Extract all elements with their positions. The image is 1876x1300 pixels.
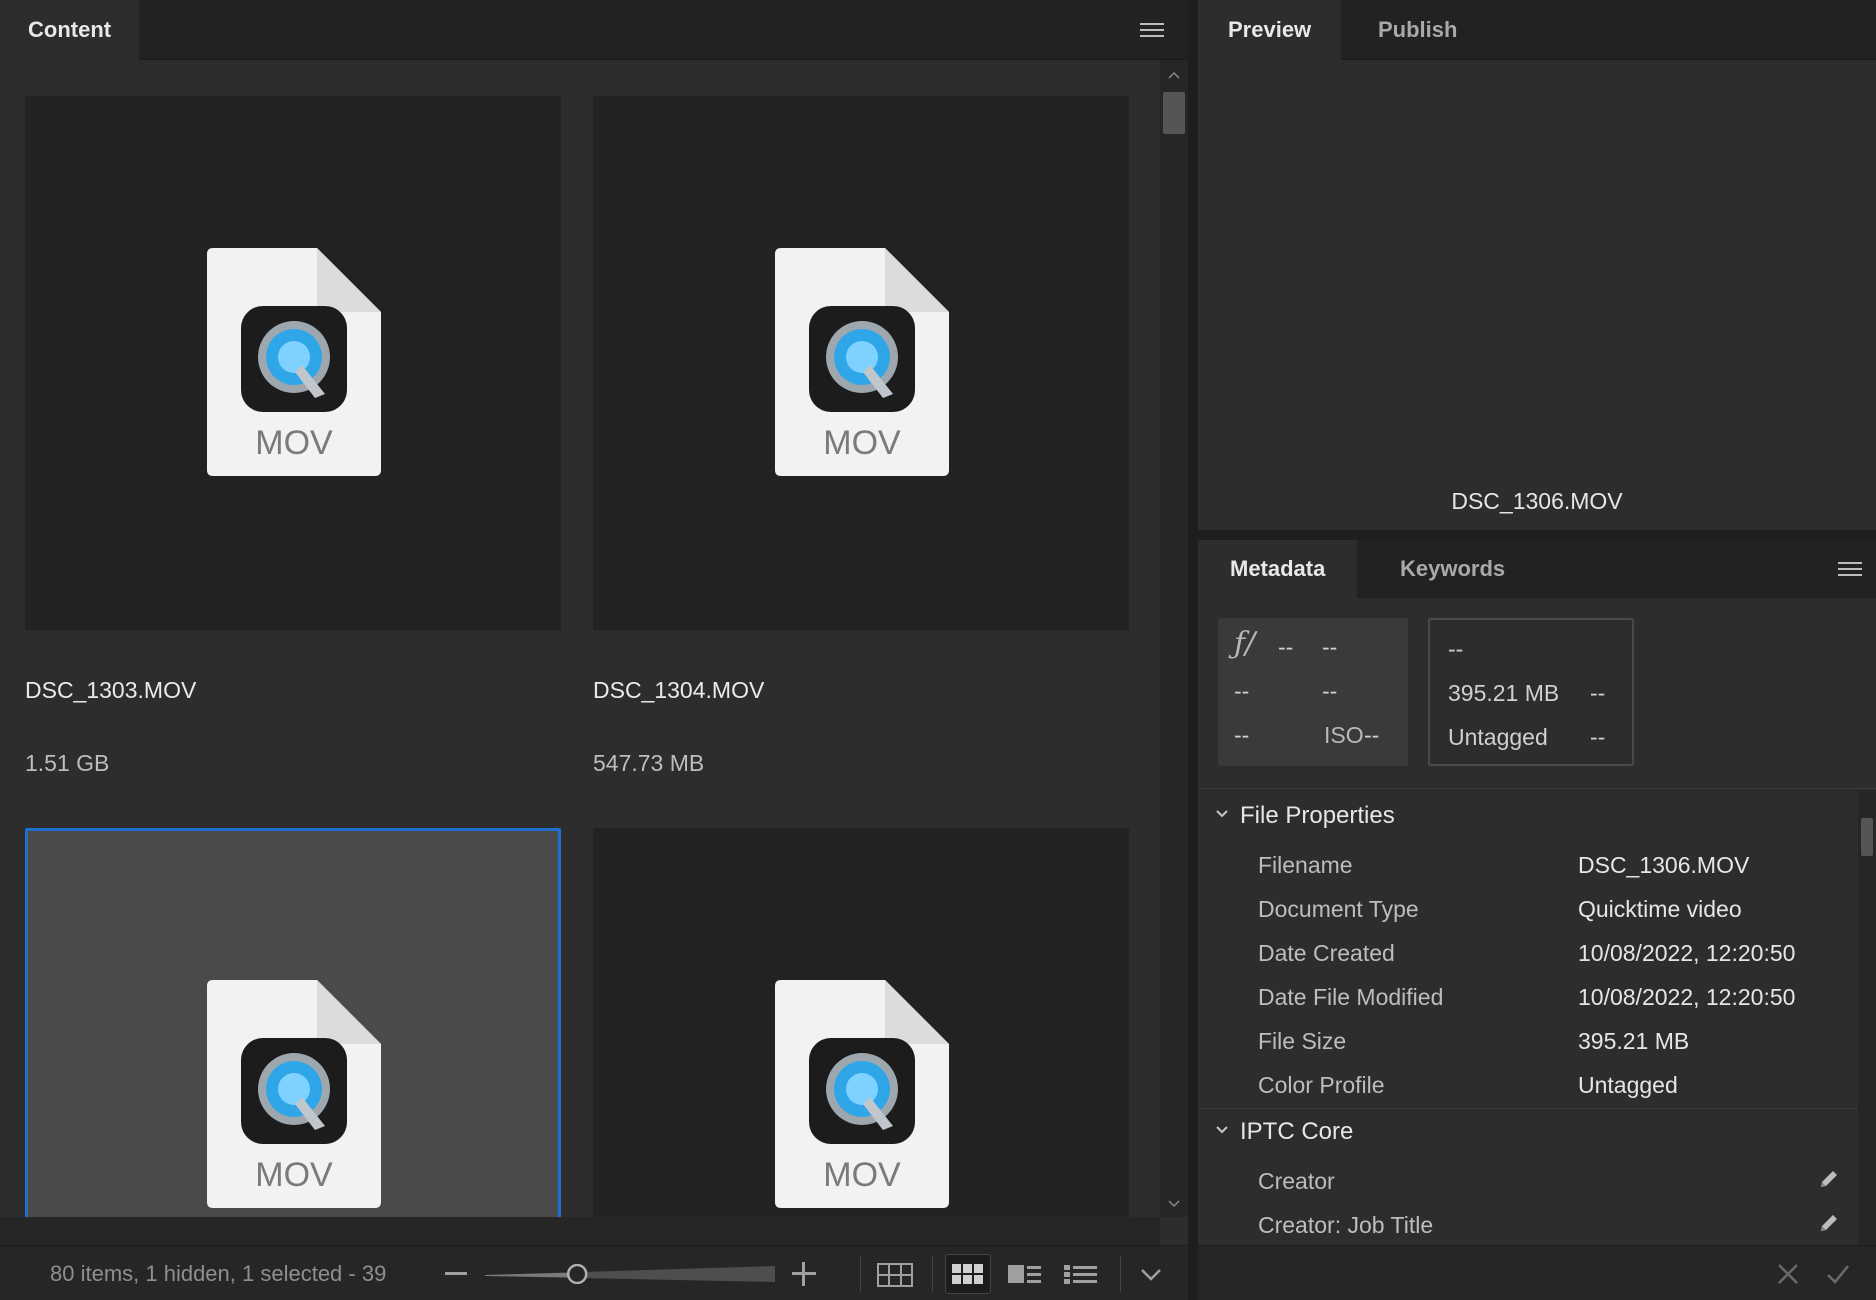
section-file-properties[interactable]: File Properties: [1198, 794, 1858, 838]
thumbnail-selected[interactable]: MOV: [25, 828, 561, 1217]
content-vertical-scrollbar[interactable]: [1160, 60, 1188, 1217]
item-filename: DSC_1303.MOV: [25, 677, 197, 703]
file-value: --: [1590, 680, 1606, 706]
metadata-properties: File Properties Filename DSC_1306.MOV Do…: [1198, 790, 1858, 1245]
scrollbar-thumb[interactable]: [1861, 818, 1873, 856]
list-view-icon[interactable]: [1058, 1254, 1104, 1294]
property-value[interactable]: 10/08/2022, 12:20:50: [1578, 940, 1795, 967]
close-icon[interactable]: [1776, 1262, 1800, 1286]
property-label: Document Type: [1258, 896, 1419, 922]
preview-filename: DSC_1306.MOV: [1451, 488, 1623, 514]
chevron-down-icon[interactable]: [1128, 1254, 1174, 1294]
quicktime-file-icon: MOV: [207, 980, 381, 1208]
content-status-bar: 80 items, 1 hidden, 1 selected - 39: [0, 1245, 1188, 1300]
thumbnail-size-slider[interactable]: [485, 1263, 775, 1285]
shutter-value: --: [1322, 634, 1338, 660]
thumbnail[interactable]: MOV: [25, 96, 561, 630]
file-type-label: MOV: [823, 1156, 901, 1194]
filmstrip-view-icon[interactable]: [1002, 1254, 1048, 1294]
panel-divider[interactable]: [1188, 0, 1198, 1300]
property-label: File Size: [1258, 1028, 1347, 1054]
metadata-action-bar: [1198, 1245, 1876, 1300]
quicktime-file-icon: MOV: [775, 248, 949, 476]
file-size-value: 395.21 MB: [1448, 680, 1560, 706]
section-divider: [1198, 788, 1876, 789]
item-filesize: 1.51 GB: [25, 750, 110, 776]
metadata-panel-menu-icon[interactable]: [1838, 562, 1862, 578]
file-type-label: MOV: [823, 424, 901, 462]
preview-tab-bar: Preview Publish: [1198, 0, 1876, 60]
iso-label: ISO: [1324, 722, 1364, 748]
quicktime-file-icon: MOV: [775, 980, 949, 1208]
metadata-scrollbar[interactable]: [1858, 790, 1876, 1245]
file-type-label: MOV: [255, 424, 333, 462]
iso-value: --: [1364, 722, 1380, 748]
camera-value: --: [1234, 678, 1250, 704]
aperture-value: --: [1278, 634, 1294, 660]
grid-view-icon[interactable]: [872, 1254, 918, 1294]
scroll-down-icon[interactable]: [1168, 1197, 1180, 1209]
chevron-down-icon[interactable]: [1214, 806, 1230, 822]
zoom-in-icon[interactable]: [792, 1262, 816, 1286]
tab-metadata[interactable]: Metadata: [1198, 540, 1358, 598]
inspector-panel: Preview Publish DSC_1306.MOV Metadata Ke…: [1198, 0, 1876, 1300]
pencil-icon[interactable]: [1818, 1212, 1840, 1234]
toolbar-separator: [1120, 1256, 1121, 1292]
scrollbar-thumb[interactable]: [1163, 92, 1185, 134]
quicktime-file-icon: MOV: [207, 248, 381, 476]
toolbar-separator: [932, 1256, 933, 1292]
file-value: --: [1448, 636, 1464, 662]
item-filesize: 547.73 MB: [593, 750, 705, 776]
camera-value: --: [1234, 722, 1250, 748]
property-label: Date File Modified: [1258, 984, 1444, 1010]
section-title: File Properties: [1240, 802, 1395, 829]
property-value[interactable]: 10/08/2022, 12:20:50: [1578, 984, 1795, 1011]
property-label: Creator: [1258, 1168, 1335, 1194]
checkmark-icon[interactable]: [1826, 1262, 1850, 1286]
content-horizontal-scrollbar[interactable]: [0, 1217, 1160, 1245]
thumbnail[interactable]: MOV: [593, 96, 1129, 630]
aperture-icon: ƒ/: [1234, 626, 1256, 661]
tab-keywords[interactable]: Keywords: [1368, 540, 1537, 598]
property-label: Filename: [1258, 852, 1353, 878]
preview-area: DSC_1306.MOV: [1198, 60, 1876, 530]
property-value[interactable]: 395.21 MB: [1578, 1028, 1689, 1055]
file-data-box: -- 395.21 MB -- Untagged --: [1428, 618, 1634, 766]
tab-preview[interactable]: Preview: [1198, 0, 1342, 60]
tab-content[interactable]: Content: [0, 0, 140, 60]
file-value: --: [1590, 724, 1606, 750]
metadata-tab-bar: Metadata Keywords: [1198, 540, 1876, 598]
property-value[interactable]: DSC_1306.MOV: [1578, 852, 1749, 879]
item-filename: DSC_1304.MOV: [593, 677, 765, 703]
content-tab-bar: Content: [0, 0, 1188, 60]
content-panel-menu-icon[interactable]: [1140, 23, 1164, 39]
panel-divider[interactable]: [1198, 530, 1876, 540]
property-label: Color Profile: [1258, 1072, 1385, 1098]
property-value[interactable]: Quicktime video: [1578, 896, 1742, 923]
section-title: IPTC Core: [1240, 1118, 1354, 1145]
zoom-out-icon[interactable]: [445, 1272, 467, 1275]
scroll-up-icon[interactable]: [1168, 68, 1180, 80]
property-label: Creator: Job Title: [1258, 1212, 1434, 1238]
thumbnail[interactable]: MOV: [593, 828, 1129, 1217]
content-panel: Content MOV DSC_1303.MOV 1.51 GB MOV DSC…: [0, 0, 1188, 1300]
tab-publish[interactable]: Publish: [1348, 0, 1487, 60]
pencil-icon[interactable]: [1818, 1168, 1840, 1190]
camera-data-box: ƒ/ -- -- -- -- -- ISO --: [1218, 618, 1408, 766]
item-count-status: 80 items, 1 hidden, 1 selected - 39: [50, 1261, 387, 1286]
camera-value: --: [1322, 678, 1338, 704]
property-label: Date Created: [1258, 940, 1395, 966]
property-value[interactable]: Untagged: [1578, 1072, 1678, 1099]
section-iptc-core[interactable]: IPTC Core: [1198, 1110, 1858, 1154]
chevron-down-icon[interactable]: [1214, 1122, 1230, 1138]
color-profile-value: Untagged: [1448, 724, 1548, 750]
toolbar-separator: [860, 1256, 861, 1292]
thumbnail-view-icon[interactable]: [945, 1254, 991, 1294]
file-type-label: MOV: [255, 1156, 333, 1194]
section-divider: [1198, 1108, 1858, 1109]
content-grid: MOV DSC_1303.MOV 1.51 GB MOV DSC_1304.MO…: [0, 60, 1160, 1217]
